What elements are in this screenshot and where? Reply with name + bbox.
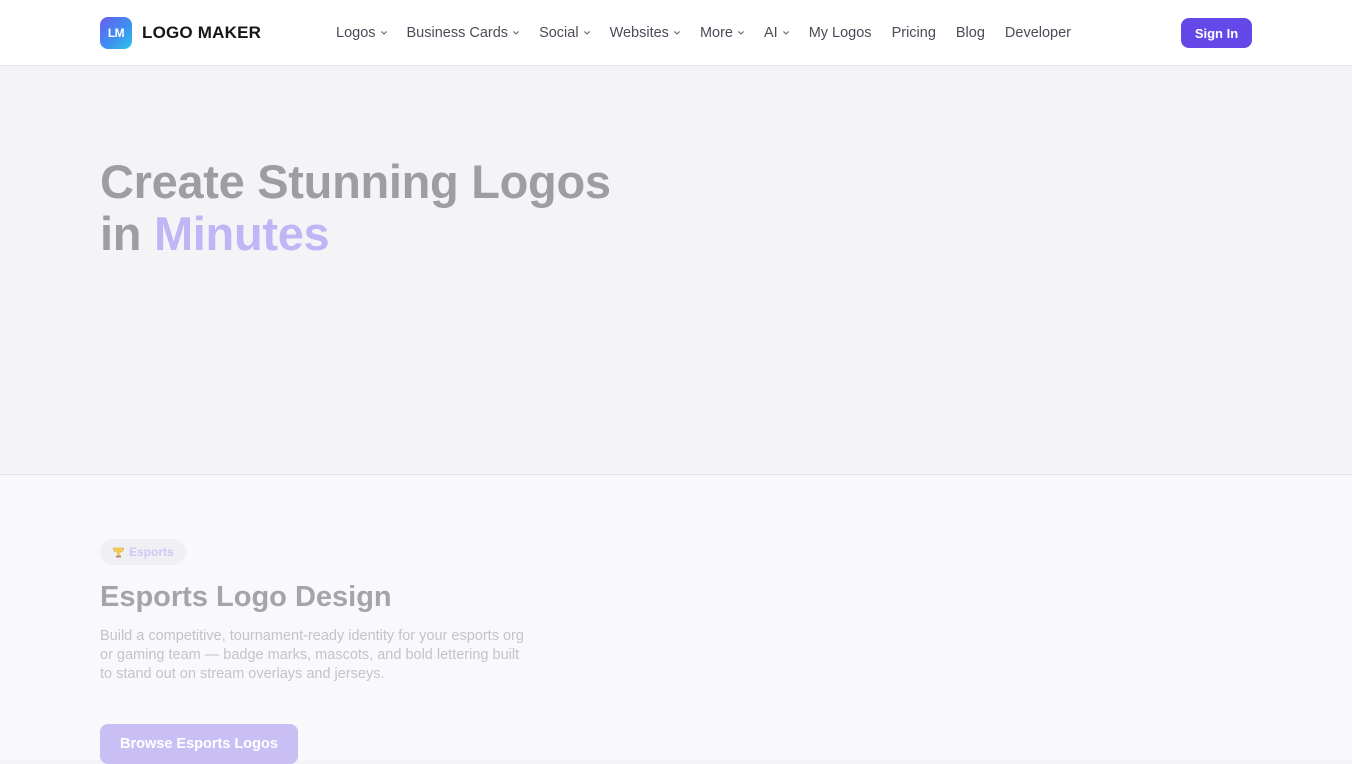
nav-item-developer[interactable]: Developer [1005, 25, 1071, 41]
nav-item-pricing[interactable]: Pricing [892, 25, 936, 41]
nav-item-label: Developer [1004, 25, 1072, 41]
nav-item-label: Pricing [891, 25, 936, 41]
hero-section: Create Stunning Logos in Minutes [0, 66, 1352, 475]
nav-item-ai[interactable]: AI [764, 25, 789, 41]
nav-item-logos[interactable]: Logos [336, 25, 387, 41]
nav-item-more[interactable]: More [700, 25, 744, 41]
nav-item-my-logos[interactable]: My Logos [809, 25, 872, 41]
nav-item-label: My Logos [808, 25, 872, 41]
nav-item-label: Websites [609, 25, 669, 41]
nav-item-label: Logos [336, 25, 376, 41]
logo-text: LOGO MAKER [142, 23, 262, 42]
chevron-down-icon [380, 30, 387, 36]
site-header: LM LOGO MAKER Logos Business Cards Socia… [0, 0, 1352, 66]
hero-title-line1: Create Stunning Logos [100, 155, 611, 208]
browse-esports-logos-button[interactable]: Browse Esports Logos [100, 724, 298, 764]
nav-item-label: Blog [955, 25, 985, 41]
nav-item-label: Business Cards [406, 25, 509, 41]
category-tag-label: Esports [129, 545, 174, 559]
hero-title-prefix: in [100, 207, 154, 260]
trophy-icon [112, 546, 125, 559]
nav-item-social[interactable]: Social [539, 25, 590, 41]
chevron-down-icon [674, 30, 680, 36]
main-nav: Logos Business Cards Social Websites Mor… [336, 0, 1071, 66]
category-tag: Esports [100, 539, 186, 565]
logo-link[interactable]: LM LOGO MAKER [100, 17, 261, 49]
nav-item-label: More [699, 25, 733, 41]
nav-item-business-cards[interactable]: Business Cards [407, 25, 520, 41]
chevron-down-icon [782, 30, 789, 36]
esports-section: Esports Esports Logo Design Build a comp… [0, 476, 1352, 764]
nav-item-websites[interactable]: Websites [610, 25, 680, 41]
logo-badge: LM [100, 17, 132, 49]
chevron-down-icon [738, 30, 744, 36]
hero-title: Create Stunning Logos in Minutes [100, 156, 611, 260]
hero-title-accent: Minutes [153, 207, 330, 260]
section-title: Esports Logo Design [100, 581, 392, 613]
nav-item-label: AI [763, 25, 778, 41]
nav-item-label: Social [539, 25, 579, 41]
chevron-down-icon [513, 30, 519, 36]
sign-in-button[interactable]: Sign In [1181, 18, 1252, 48]
chevron-down-icon [583, 30, 590, 36]
nav-item-blog[interactable]: Blog [956, 25, 985, 41]
section-description: Build a competitive, tournament-ready id… [100, 628, 524, 682]
